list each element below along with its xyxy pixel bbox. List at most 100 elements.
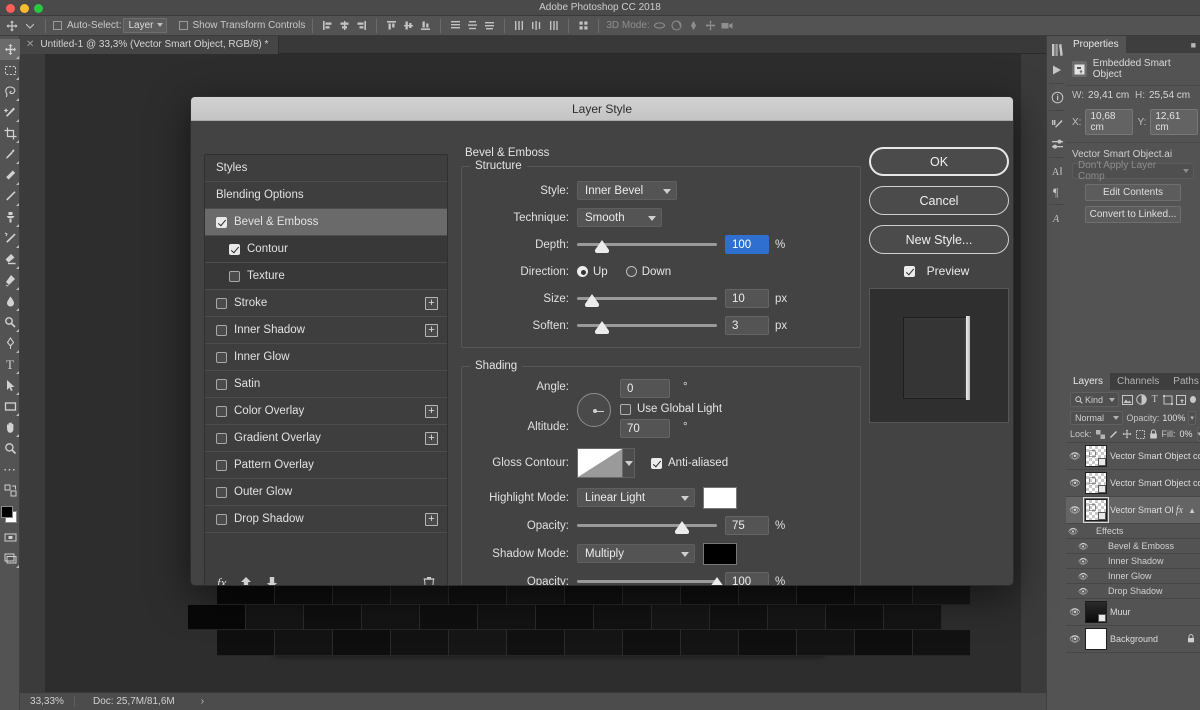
layer-comp-dropdown[interactable]: Don't Apply Layer Comp [1072,160,1194,182]
hand-tool[interactable] [0,417,20,438]
slider-thumb[interactable] [585,294,600,307]
foreground-color-swatch[interactable] [1,506,13,518]
edit-contents-button[interactable]: Edit Contents [1085,184,1181,201]
angle-dial[interactable] [577,393,611,427]
add-effect-plus-icon[interactable]: + [425,297,438,310]
effect-item-satin[interactable]: Satin [205,371,447,398]
opacity-value[interactable]: 100% [1162,413,1185,423]
character-styles-icon[interactable]: A [1047,208,1067,228]
brush-settings-icon[interactable] [1047,114,1067,134]
effect-item-bevel-emboss[interactable]: Bevel & Emboss [205,209,447,236]
lock-position-icon[interactable] [1122,429,1132,439]
convert-to-linked-button[interactable]: Convert to Linked... [1085,206,1181,223]
effect-item-contour[interactable]: Contour [205,236,447,263]
three-d-roll-icon[interactable] [669,18,684,33]
slider-thumb[interactable] [595,321,610,334]
distribute-right-edges-icon[interactable] [546,18,561,33]
pen-tool[interactable] [0,333,20,354]
effect-checkbox[interactable] [216,432,227,444]
effect-item-texture[interactable]: Texture [205,263,447,290]
size-slider[interactable] [577,289,717,308]
list-item[interactable]: 👁 Inner Shadow [1066,554,1200,569]
gloss-contour-preview[interactable] [577,448,623,478]
align-left-edges-icon[interactable] [320,18,335,33]
clone-stamp-tool[interactable] [0,207,20,228]
filter-pixel-icon[interactable] [1121,394,1133,406]
eyedropper-tool[interactable] [0,144,20,165]
eraser-tool[interactable] [0,249,20,270]
effect-checkbox[interactable] [216,378,227,390]
cancel-button[interactable]: Cancel [869,186,1009,215]
layer-name[interactable]: Muur [1110,607,1200,617]
libraries-icon[interactable] [1047,40,1067,60]
preview-toggle-row[interactable]: Preview [869,264,1004,278]
effect-item-inner-glow[interactable]: Inner Glow [205,344,447,371]
list-item[interactable]: 👁 Drop Shadow [1066,584,1200,599]
effect-checkbox[interactable] [216,513,227,525]
table-row[interactable]: 👁 □ Vector Smart Object copy 2 [1066,443,1200,470]
list-item[interactable]: 👁 Effects [1066,524,1200,539]
filter-type-icon[interactable]: T [1150,394,1160,406]
effect-item-blending-options[interactable]: Blending Options [205,182,447,209]
trash-icon[interactable] [423,576,435,585]
new-style-button[interactable]: New Style... [869,225,1009,254]
eye-icon[interactable]: 👁 [1068,478,1082,489]
effect-item-inner-shadow[interactable]: Inner Shadow + [205,317,447,344]
align-right-edges-icon[interactable] [354,18,369,33]
distribute-top-edges-icon[interactable] [448,18,463,33]
effect-checkbox[interactable] [216,486,227,498]
three-d-orbit-icon[interactable] [652,18,667,33]
distribute-bottom-edges-icon[interactable] [482,18,497,33]
layer-name[interactable]: Vector Smart Object copy [1110,478,1200,488]
layer-name[interactable]: Vector Smart Object [1110,505,1173,515]
effect-checkbox[interactable] [216,351,227,363]
slider-thumb[interactable] [595,240,610,253]
move-tool-icon[interactable] [4,18,20,34]
gradient-tool[interactable] [0,270,20,291]
fx-icon[interactable]: fx [217,575,226,586]
effect-checkbox[interactable] [216,459,227,471]
distribute-left-edges-icon[interactable] [512,18,527,33]
eye-icon[interactable]: 👁 [1066,527,1080,536]
edit-toolbar-button[interactable]: ⋯ [0,459,20,480]
list-item[interactable]: 👁 Inner Glow [1066,569,1200,584]
tab-paths[interactable]: Paths [1166,373,1200,390]
layer-name[interactable]: Background [1110,634,1184,644]
quick-selection-tool[interactable] [0,102,20,123]
slider-thumb[interactable] [710,577,724,585]
arrow-up-icon[interactable] [240,576,252,585]
blend-mode-dropdown[interactable]: Normal [1070,410,1124,425]
ok-button[interactable]: OK [869,147,1009,176]
paragraph-panel-icon[interactable]: ¶ [1047,181,1067,201]
angle-input[interactable]: 0 [620,379,670,398]
eye-icon[interactable]: 👁 [1068,634,1082,645]
add-effect-plus-icon[interactable]: + [425,324,438,337]
x-input[interactable]: 10,68 cm [1085,109,1134,135]
layer-thumbnail[interactable] [1085,601,1107,623]
eye-icon[interactable]: 👁 [1068,607,1082,618]
effect-item-styles[interactable]: Styles [205,155,447,182]
auto-select-scope-dropdown[interactable]: Layer [123,18,167,33]
screen-mode-button[interactable] [0,548,20,569]
highlight-color-swatch[interactable] [703,486,737,509]
zoom-level[interactable]: 33,33% [20,696,75,707]
align-bottom-edges-icon[interactable] [418,18,433,33]
shadow-color-swatch[interactable] [703,542,737,565]
tool-preset-chevron-icon[interactable] [22,18,38,34]
filter-smart-object-icon[interactable] [1175,394,1186,406]
default-colors-icon[interactable] [0,480,20,501]
opacity-stepper[interactable]: ▾ [1188,410,1196,425]
use-global-light-row[interactable]: Use Global Light [620,403,722,415]
brush-tool[interactable] [0,186,20,207]
table-row[interactable]: 👁 Background [1066,626,1200,653]
rectangle-tool[interactable] [0,396,20,417]
lock-all-icon[interactable] [1149,429,1158,439]
effect-checkbox[interactable] [229,243,240,255]
list-item[interactable]: 👁 Bevel & Emboss [1066,539,1200,554]
effect-item-color-overlay[interactable]: Color Overlay + [205,398,447,425]
effect-checkbox[interactable] [216,324,227,336]
type-tool[interactable]: T [0,354,20,375]
effect-item-gradient-overlay[interactable]: Gradient Overlay + [205,425,447,452]
preview-checkbox[interactable] [903,265,915,277]
path-selection-tool[interactable] [0,375,20,396]
